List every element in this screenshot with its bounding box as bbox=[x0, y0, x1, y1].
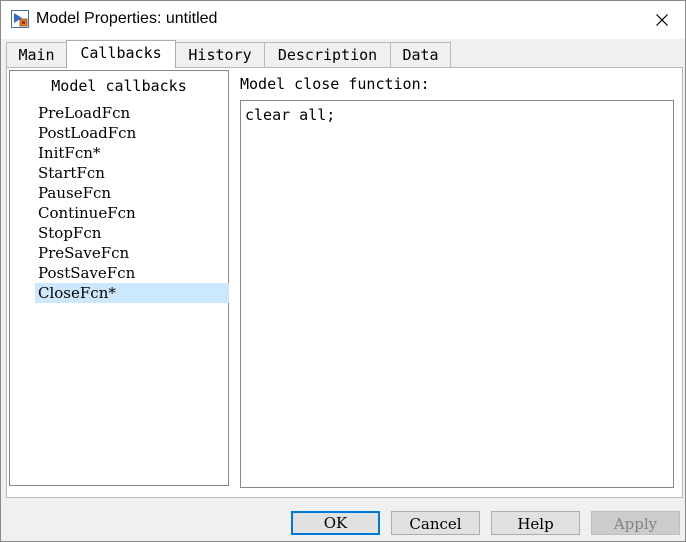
callback-item-stopfcn[interactable]: StopFcn bbox=[35, 223, 229, 243]
callback-list[interactable]: Model callbacks PreLoadFcn PostLoadFcn I… bbox=[9, 70, 229, 486]
title-bar: Model Properties: untitled bbox=[1, 1, 685, 39]
tab-description[interactable]: Description bbox=[264, 42, 391, 67]
cancel-button[interactable]: Cancel bbox=[391, 511, 480, 535]
callback-item-preloadfcn[interactable]: PreLoadFcn bbox=[35, 103, 229, 123]
close-icon bbox=[656, 11, 668, 30]
callbacks-panel: Model callbacks PreLoadFcn PostLoadFcn I… bbox=[6, 67, 683, 498]
window-title: Model Properties: untitled bbox=[36, 10, 218, 27]
apply-button[interactable]: Apply bbox=[591, 511, 680, 535]
callback-item-startfcn[interactable]: StartFcn bbox=[35, 163, 229, 183]
tab-data[interactable]: Data bbox=[390, 42, 451, 67]
ok-button[interactable]: OK bbox=[291, 511, 380, 535]
callback-code-text: clear all; bbox=[245, 106, 336, 124]
model-properties-dialog: Model Properties: untitled Main Callback… bbox=[0, 0, 686, 542]
simulink-model-icon bbox=[11, 10, 29, 28]
tab-callbacks[interactable]: Callbacks bbox=[66, 40, 176, 68]
callback-item-initfcn[interactable]: InitFcn* bbox=[35, 143, 229, 163]
tab-main[interactable]: Main bbox=[6, 42, 67, 67]
callback-item-closefcn[interactable]: CloseFcn* bbox=[35, 283, 229, 303]
callback-item-pausefcn[interactable]: PauseFcn bbox=[35, 183, 229, 203]
function-label: Model close function: bbox=[240, 75, 430, 93]
callback-item-postloadfcn[interactable]: PostLoadFcn bbox=[35, 123, 229, 143]
callback-item-presavefcn[interactable]: PreSaveFcn bbox=[35, 243, 229, 263]
callback-item-postsavefcn[interactable]: PostSaveFcn bbox=[35, 263, 229, 283]
close-button[interactable] bbox=[639, 1, 685, 39]
tab-history[interactable]: History bbox=[175, 42, 265, 67]
callback-code-editor[interactable]: clear all; bbox=[240, 100, 674, 488]
help-button[interactable]: Help bbox=[491, 511, 580, 535]
callback-item-continuefcn[interactable]: ContinueFcn bbox=[35, 203, 229, 223]
callback-list-header: Model callbacks bbox=[51, 77, 187, 95]
